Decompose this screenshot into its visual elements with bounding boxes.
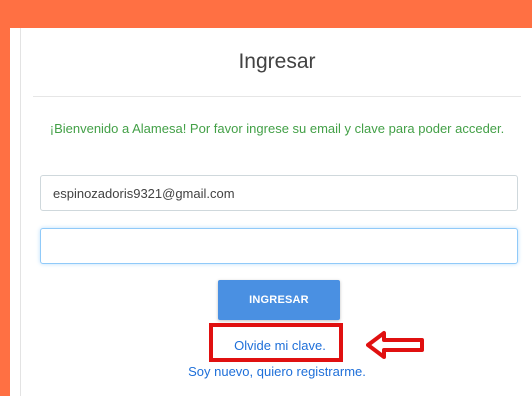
- left-arrow-icon: [366, 330, 426, 365]
- page-title: Ingresar: [238, 50, 316, 73]
- login-card: Ingresar ¡Bienvenido a Alamesa! Por favo…: [20, 28, 532, 396]
- annotation-highlight-box: [209, 323, 343, 362]
- welcome-message: ¡Bienvenido a Alamesa! Por favor ingrese…: [49, 121, 505, 136]
- left-accent-bar: [0, 28, 10, 396]
- top-accent-bar: [0, 0, 532, 28]
- login-button[interactable]: INGRESAR: [218, 280, 340, 320]
- password-field[interactable]: [40, 228, 518, 264]
- title-divider: [33, 96, 521, 97]
- register-link[interactable]: Soy nuevo, quiero registrarme.: [21, 364, 532, 379]
- email-field[interactable]: [40, 175, 518, 211]
